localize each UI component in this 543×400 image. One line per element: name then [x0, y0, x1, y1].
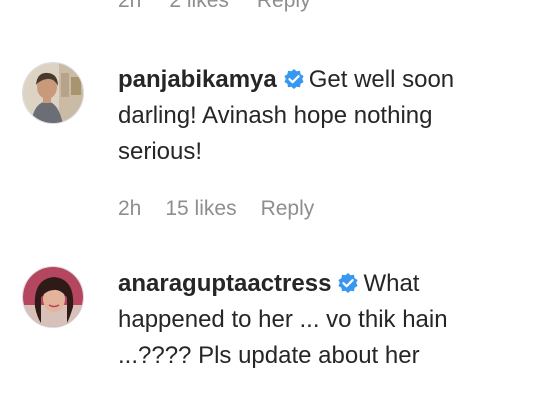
verified-badge-icon	[283, 65, 305, 89]
previous-comment-meta: 2h 2 likes Reply	[118, 0, 311, 14]
avatar[interactable]	[22, 62, 84, 124]
comment-username[interactable]: panjabikamya	[118, 66, 277, 93]
comment-meta: 2h 15 likes Reply	[118, 196, 314, 222]
verified-badge-icon	[337, 269, 359, 293]
reply-link[interactable]: Reply	[261, 196, 315, 222]
reply-link[interactable]: Reply	[257, 0, 311, 14]
likes-count-link[interactable]: 15 likes	[165, 196, 236, 222]
comments-panel: 2h 2 likes Reply panjabikamya Get well so…	[0, 0, 543, 400]
comment-body: anaraguptaactress What happened to her ..…	[118, 266, 518, 374]
comment-time: 2h	[118, 0, 142, 12]
avatar[interactable]	[22, 266, 84, 328]
user-avatar-photo-icon	[23, 267, 83, 327]
likes-count-link[interactable]: 2 likes	[169, 0, 229, 14]
comment-time: 2h	[118, 197, 142, 220]
user-avatar-photo-icon	[23, 63, 83, 123]
comment-username[interactable]: anaraguptaactress	[118, 270, 331, 297]
comment-body: panjabikamya Get well soon darling! Avina…	[118, 62, 518, 170]
